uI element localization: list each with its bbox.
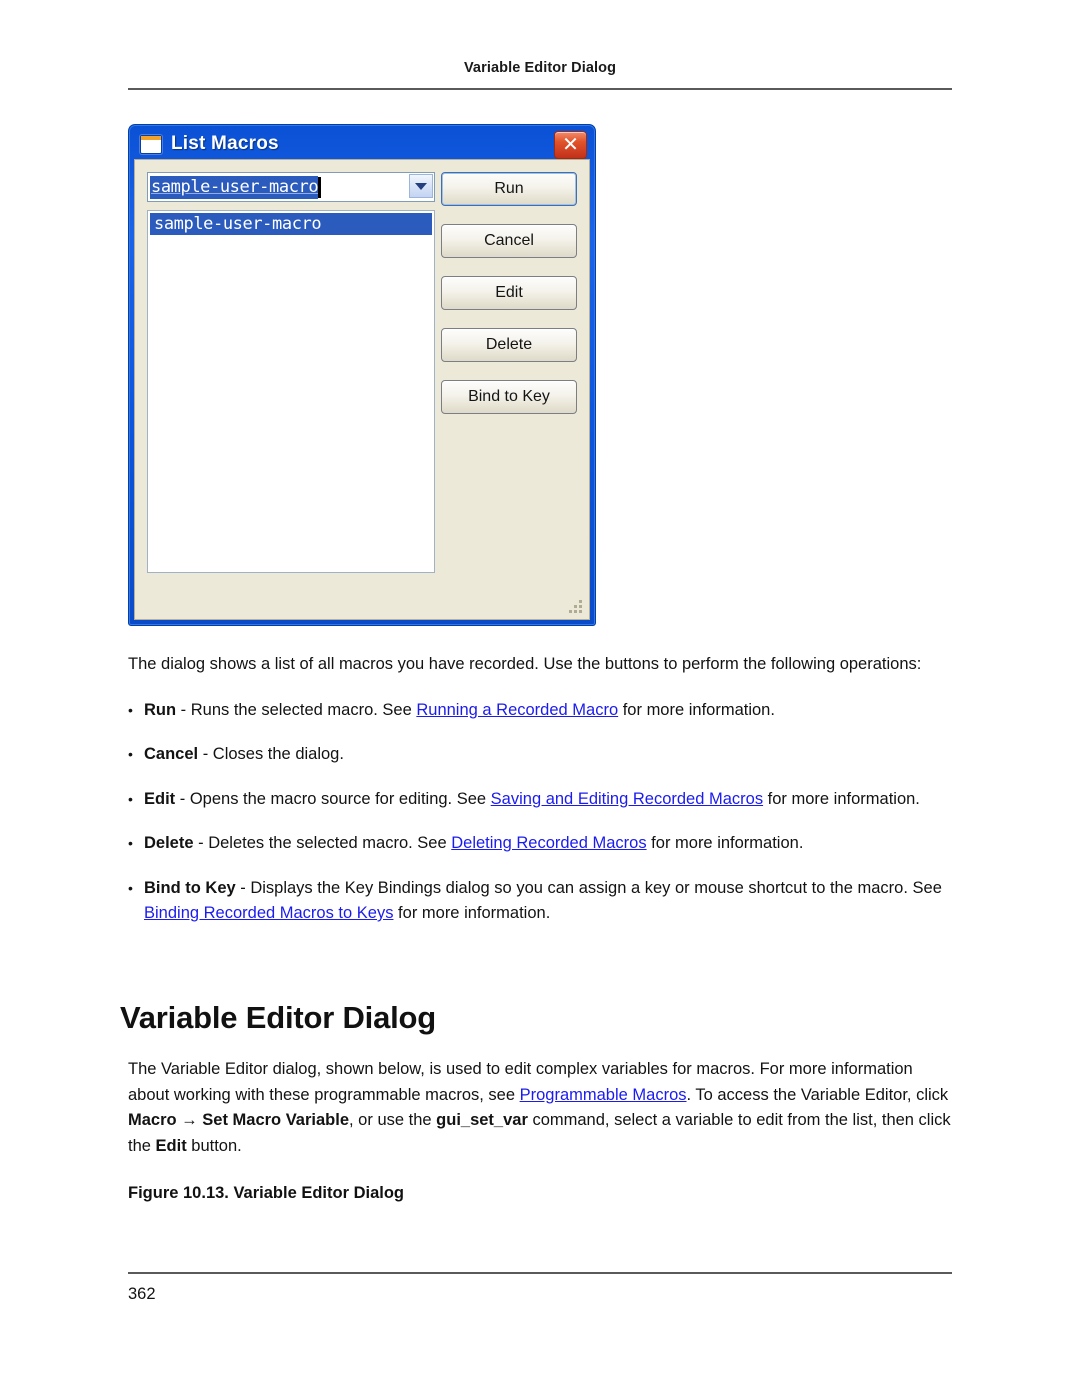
bullet-term: Delete [144,834,194,852]
text-caret [318,176,322,198]
bullet-text-after: for more information. [646,834,804,852]
bullet-term: Edit [144,789,176,808]
bullet-text-after: for more information. [763,789,920,808]
section-heading: Variable Editor Dialog [120,1000,437,1035]
bullet-dot-icon: • [128,790,133,807]
bind-to-key-button[interactable]: Bind to Key [441,380,577,414]
section-paragraph: The Variable Editor dialog, shown below,… [128,1057,952,1159]
bullet-text-before: - Displays the Key Bindings dialog so yo… [235,878,942,897]
close-icon: ✕ [562,132,579,156]
bullet-dot-icon: • [128,746,133,762]
figure-caption: Figure 10.13. Variable Editor Dialog [128,1184,405,1202]
resize-grip-icon[interactable] [567,598,583,614]
figure-list-macros-dialog: List Macros ✕ sample-user-macro sample-u… [128,124,596,626]
bullet-term: Bind to Key [144,878,236,897]
command-name-bold: gui_set_var [436,1111,528,1129]
macro-combobox[interactable]: sample-user-macro [147,172,435,202]
delete-button[interactable]: Delete [441,328,577,362]
running-header-text: Variable Editor Dialog [463,60,617,76]
list-macros-window: List Macros ✕ sample-user-macro sample-u… [128,124,596,626]
dialog-button-column: Run Cancel Edit Delete Bind to Key [441,172,577,432]
macro-listbox[interactable]: sample-user-macro [147,210,435,573]
bullet-text-after: for more information. [618,700,775,719]
bullet-text-before: - Closes the dialog. [198,745,344,763]
bullet-text-before: - Deletes the selected macro. See [193,834,452,852]
dialog-body: sample-user-macro sample-user-macro Run … [134,159,590,620]
bullet-link[interactable]: Saving and Editing Recorded Macros [491,790,763,808]
window-titlebar[interactable]: List Macros ✕ [133,129,591,159]
intro-paragraph: The dialog shows a list of all macros yo… [128,655,922,673]
section-text-3: , or use the [349,1111,437,1129]
bullet-dot-icon: • [128,835,133,851]
combobox-dropdown-button[interactable] [409,174,433,198]
macro-combobox-value: sample-user-macro [150,175,319,199]
operations-bullet-list: • Run - Runs the selected macro. See Run… [128,698,952,927]
body-content: The dialog shows a list of all macros yo… [128,652,952,946]
bullet-text-before: - Runs the selected macro. See [176,700,417,719]
footer-divider [128,1272,952,1274]
cancel-button[interactable]: Cancel [441,224,577,258]
edit-button[interactable]: Edit [441,276,577,310]
chevron-down-icon [415,182,427,190]
bullet-link[interactable]: Deleting Recorded Macros [451,834,646,852]
macro-combobox-field[interactable]: sample-user-macro [147,172,435,202]
list-item: • Cancel - Closes the dialog. [128,742,952,768]
bullet-dot-icon: • [128,879,133,896]
running-header: Variable Editor Dialog [128,58,952,78]
section-text-5: button. [186,1136,242,1155]
bullet-link[interactable]: Binding Recorded Macros to Keys [144,904,393,922]
bullet-term: Run [144,700,177,719]
bullet-text-before: - Opens the macro source for editing. Se… [175,789,491,808]
list-item[interactable]: sample-user-macro [150,213,432,235]
bullet-link[interactable]: Running a Recorded Macro [416,701,618,719]
programmable-macros-link[interactable]: Programmable Macros [520,1086,687,1104]
bullet-term: Cancel [144,745,199,763]
window-title: List Macros [171,133,279,154]
bullet-text-after: for more information. [393,904,551,922]
header-divider [128,88,952,90]
list-item: • Bind to Key - Displays the Key Binding… [128,876,952,927]
list-item: • Delete - Deletes the selected macro. S… [128,831,952,857]
bullet-dot-icon: • [128,701,133,718]
list-item: • Run - Runs the selected macro. See Run… [128,698,952,724]
menu-path-bold: Macro → Set Macro Variable [128,1111,350,1129]
section-text-2: . To access the Variable Editor, click [686,1085,949,1104]
page-number: 362 [128,1285,156,1303]
run-button[interactable]: Run [441,172,577,206]
close-button[interactable]: ✕ [554,131,587,159]
list-item: • Edit - Opens the macro source for edit… [128,787,952,813]
edit-button-bold: Edit [155,1136,187,1155]
window-icon [140,134,162,154]
